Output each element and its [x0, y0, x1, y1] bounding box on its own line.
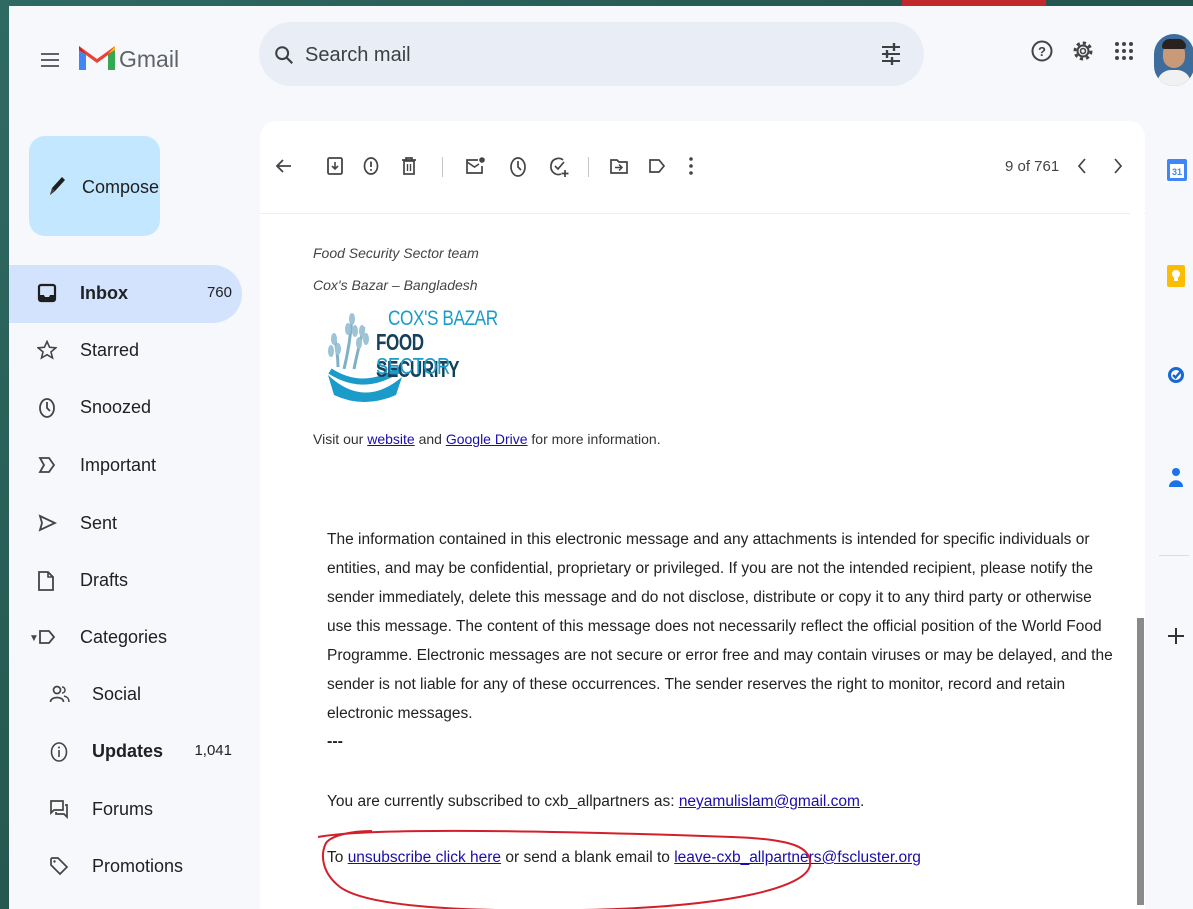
- red-annotation-circle: [317, 829, 812, 909]
- people-icon: [49, 685, 70, 703]
- add-addon-icon[interactable]: [1166, 626, 1186, 646]
- important-icon: [38, 457, 56, 473]
- email-body: Food Security Sector team Cox's Bazar – …: [260, 213, 1130, 909]
- sidebar-item-label: Inbox: [80, 283, 128, 303]
- signature-location: Cox's Bazar – Bangladesh: [313, 277, 478, 293]
- google-drive-link[interactable]: Google Drive: [446, 431, 528, 447]
- updates-count: 1,041: [194, 742, 232, 759]
- avatar[interactable]: [1154, 34, 1193, 86]
- message-toolbar: 9 of 761: [260, 121, 1145, 214]
- report-spam-icon[interactable]: [361, 156, 381, 176]
- snooze-clock-icon[interactable]: [508, 156, 528, 178]
- chevron-left-icon[interactable]: [1075, 156, 1089, 176]
- star-icon: [37, 340, 57, 360]
- signature-separator: ---: [327, 733, 343, 750]
- add-task-icon[interactable]: [548, 156, 570, 178]
- draft-icon: [38, 571, 54, 591]
- sidebar-item-label: Updates: [92, 741, 164, 761]
- sidebar-item-label: Starred: [80, 340, 140, 360]
- search-icon[interactable]: [273, 44, 295, 66]
- logo-line-1: COX'S BAZAR: [388, 307, 498, 330]
- disclaimer-text: The information contained in this electr…: [327, 531, 1113, 722]
- app-name: Gmail: [119, 46, 180, 72]
- subscription-line: You are currently subscribed to cxb_allp…: [327, 793, 865, 810]
- hamburger-icon[interactable]: [41, 53, 59, 67]
- website-link[interactable]: website: [367, 431, 414, 447]
- visit-info-line: Visit our website and Google Drive for m…: [313, 431, 661, 447]
- inbox-count: 760: [206, 284, 232, 301]
- sidebar-item-label: Sent: [80, 513, 118, 533]
- keep-icon[interactable]: [1166, 264, 1186, 288]
- help-icon[interactable]: ?: [1030, 39, 1054, 63]
- gear-icon[interactable]: [1071, 39, 1095, 63]
- compose-label: Compose: [82, 177, 160, 197]
- scrollbar-thumb[interactable]: [1137, 618, 1144, 905]
- calendar-icon[interactable]: 31: [1166, 158, 1188, 182]
- apps-grid-icon[interactable]: [1112, 39, 1136, 63]
- sidebar-item-label: Social: [92, 684, 142, 704]
- back-arrow-icon[interactable]: [274, 156, 294, 176]
- side-panel-rail: 31: [1159, 121, 1193, 909]
- food-security-sector-logo: COX'S BAZAR FOOD SECURITY SECTOR: [324, 305, 524, 407]
- mark-unread-icon[interactable]: [465, 156, 487, 176]
- info-icon: [50, 742, 68, 762]
- search-bar[interactable]: [259, 22, 924, 86]
- pagination-count: 9 of 761: [1005, 158, 1060, 175]
- trash-icon[interactable]: [400, 156, 418, 176]
- signature-team: Food Security Sector team: [313, 245, 479, 261]
- sidebar-item-drafts[interactable]: Drafts: [9, 552, 242, 610]
- search-input[interactable]: [303, 36, 867, 74]
- sidebar-item-promotions[interactable]: Promotions: [9, 838, 242, 896]
- tag-icon: [50, 857, 69, 876]
- svg-text:?: ?: [1038, 44, 1046, 59]
- label-icon: [39, 630, 56, 644]
- toolbar-divider: [588, 157, 589, 177]
- gmail-logo-icon[interactable]: [77, 42, 117, 72]
- more-options-icon[interactable]: [687, 156, 695, 176]
- label-icon[interactable]: [647, 156, 667, 176]
- sidebar-item-snoozed[interactable]: Snoozed: [9, 379, 242, 437]
- sidebar-item-label: Promotions: [92, 856, 184, 876]
- sidebar-item-updates[interactable]: Updates 1,041: [9, 723, 242, 781]
- archive-icon[interactable]: [326, 156, 344, 176]
- sidebar-item-social[interactable]: Social: [9, 666, 242, 724]
- sidebar-item-label: Drafts: [80, 570, 129, 590]
- contacts-icon[interactable]: [1166, 465, 1186, 489]
- sidebar-item-categories[interactable]: ▼ Categories: [9, 609, 242, 667]
- compose-button[interactable]: Compose: [29, 136, 160, 236]
- gmail-window: Gmail ?: [9, 6, 1193, 909]
- sidebar-item-sent[interactable]: Sent: [9, 495, 242, 553]
- sidebar-item-forums[interactable]: Forums: [9, 781, 242, 839]
- sidebar-item-important[interactable]: Important: [9, 437, 242, 495]
- tasks-icon[interactable]: [1166, 365, 1186, 385]
- pencil-icon: [50, 177, 65, 195]
- forum-icon: [50, 800, 68, 819]
- tune-icon[interactable]: [880, 42, 902, 66]
- sidebar-item-label: Important: [80, 455, 157, 475]
- move-to-icon[interactable]: [609, 156, 629, 176]
- chevron-right-icon[interactable]: [1111, 156, 1125, 176]
- subscriber-email-link[interactable]: neyamulislam@gmail.com: [679, 793, 860, 810]
- toolbar-divider: [442, 157, 443, 177]
- sidebar-item-starred[interactable]: Starred: [9, 322, 242, 380]
- clock-icon: [39, 398, 55, 418]
- svg-text:31: 31: [1172, 167, 1182, 177]
- inbox-icon: [37, 283, 57, 303]
- sidebar-item-inbox[interactable]: Inbox 760: [9, 265, 242, 323]
- sidebar-item-label: Forums: [92, 799, 154, 819]
- logo-line-3: SECTOR: [376, 353, 450, 379]
- send-icon: [38, 514, 57, 532]
- sidebar-item-label: Categories: [80, 627, 168, 647]
- sidebar-item-label: Snoozed: [80, 397, 152, 417]
- rail-divider: [1159, 555, 1189, 556]
